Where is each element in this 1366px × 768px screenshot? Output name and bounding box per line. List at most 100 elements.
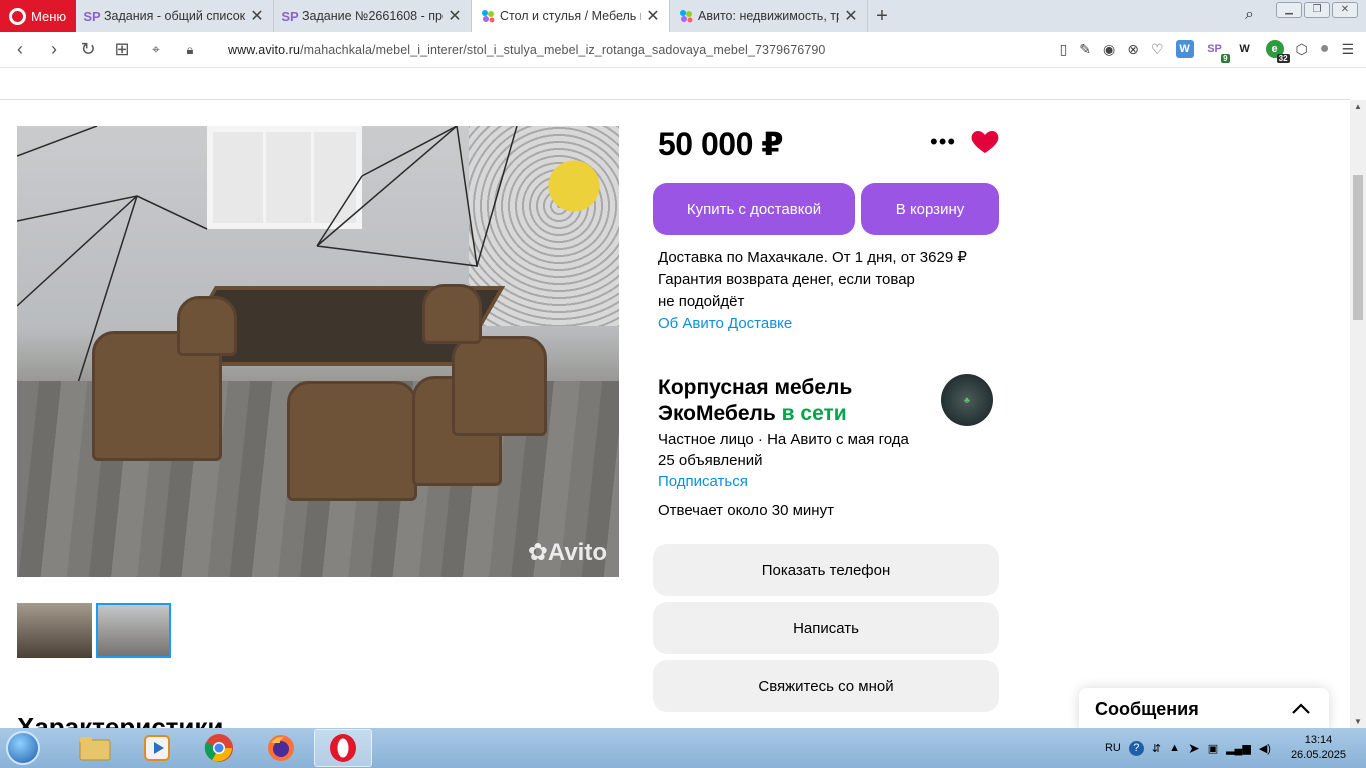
chevron-up-icon[interactable] (1291, 703, 1311, 715)
heart-bookmark-icon[interactable]: ♡ (1151, 41, 1164, 58)
subscribe-link[interactable]: Подписаться (658, 471, 909, 492)
guarantee-line-2: не подойдёт (658, 293, 745, 310)
response-time: Отвечает около 30 минут (658, 502, 834, 519)
taskbar-chrome[interactable] (190, 729, 248, 767)
cursor-tray-icon[interactable]: ➤ (1188, 740, 1200, 757)
signal-icon[interactable]: ▂▄▆ (1226, 742, 1251, 755)
minimize-button[interactable]: ▁ (1276, 2, 1302, 18)
more-options-icon[interactable]: ••• (930, 129, 956, 155)
tab-tasks-list[interactable]: SP Задания - общий список з ✕ (76, 0, 274, 32)
restore-button[interactable]: ❐ (1304, 2, 1330, 18)
write-message-button[interactable]: Написать (653, 602, 999, 654)
network-device-icon[interactable]: ▣ (1208, 742, 1218, 755)
sp-extension-icon[interactable]: SP 9 (1205, 40, 1230, 63)
delivery-info: Доставка по Махачкале. От 1 дня, от 3629… (658, 247, 988, 335)
tab-task-2661608[interactable]: SP Задание №2661608 - прос ✕ (274, 0, 472, 32)
seller-name[interactable]: Корпусная мебель ЭкоМебель в сети (658, 375, 938, 427)
menu-label: Меню (31, 8, 67, 24)
help-icon[interactable]: ? (1128, 740, 1144, 756)
reload-icon[interactable]: ↻ (78, 39, 98, 60)
forward-icon[interactable]: › (44, 39, 64, 60)
scroll-up-arrow-icon[interactable]: ▲ (1350, 102, 1366, 111)
back-icon[interactable]: ‹ (10, 39, 30, 60)
url-path: /mahachkala/mebel_i_interer/stol_i_stuly… (300, 42, 826, 57)
volume-icon[interactable]: ◀) (1259, 742, 1271, 755)
messages-title: Сообщения (1095, 698, 1199, 719)
start-button[interactable] (0, 728, 46, 768)
avito-favicon-icon (678, 8, 694, 24)
guarantee-line: Гарантия возврата денег, если товар (658, 271, 915, 288)
tabs-grid-icon[interactable]: ⊞ (112, 39, 132, 60)
adblock-icon[interactable]: ⊗ (1127, 41, 1139, 58)
lock-icon[interactable]: 🔒︎ (180, 42, 200, 58)
location-pin-icon: ⌖ (152, 41, 160, 57)
thumbnail-2-selected[interactable] (96, 603, 171, 658)
messages-panel[interactable]: Сообщения (1079, 688, 1329, 728)
cube-extension-icon[interactable]: ⬡ (1296, 41, 1308, 58)
opera-menu-button[interactable]: Меню (0, 0, 76, 32)
language-indicator[interactable]: RU (1105, 742, 1121, 754)
folder-icon (79, 737, 111, 761)
sp-badge: 9 (1221, 54, 1230, 63)
tray-option-icon[interactable]: ⇵ (1152, 742, 1161, 755)
page-content: ✿Avito Характеристики 50 000 ₽ ••• Купит… (0, 69, 1350, 728)
taskbar-firefox[interactable] (252, 729, 310, 767)
profile-icon[interactable]: ● (1320, 40, 1330, 58)
w-extension-icon[interactable]: W (1235, 40, 1254, 58)
close-window-button[interactable]: ✕ (1332, 2, 1358, 18)
windows-logo-icon (6, 731, 40, 765)
avito-favicon-icon (480, 8, 496, 24)
show-phone-button[interactable]: Показать телефон (653, 544, 999, 596)
avito-watermark: ✿Avito (527, 539, 607, 566)
url-field[interactable]: www.avito.ru/mahachkala/mebel_i_interer/… (228, 43, 825, 57)
snapshot-camera-icon[interactable]: ◉ (1103, 41, 1115, 58)
show-hidden-icons-icon[interactable]: ▲ (1169, 742, 1180, 754)
clock-date: 26.05.2025 (1290, 749, 1346, 761)
photo-chair (177, 296, 237, 356)
clock[interactable]: 13:14 26.05.2025 (1291, 733, 1346, 763)
opera-logo-icon (9, 7, 26, 25)
close-tab-icon[interactable]: ✕ (249, 6, 265, 26)
taskbar-explorer[interactable] (66, 729, 124, 767)
photo-chair (452, 336, 547, 436)
contact-me-button[interactable]: Свяжитесь со мной (653, 660, 999, 712)
close-tab-icon[interactable]: ✕ (447, 6, 463, 26)
share-icon[interactable]: ✎ (1079, 41, 1091, 58)
price: 50 000 ₽ (658, 126, 784, 162)
green-extension-icon[interactable]: e 32 (1265, 40, 1290, 63)
favorite-heart-icon[interactable] (969, 125, 1001, 157)
tab-avito-listing[interactable]: Стол и стулья / Мебель из ✕ (472, 0, 670, 32)
seller-name-line2: ЭкоМебель (658, 402, 776, 425)
buy-with-delivery-button[interactable]: Купить с доставкой (653, 183, 855, 235)
online-status: в сети (781, 402, 847, 425)
firefox-icon (268, 735, 294, 761)
thumbnail-1[interactable] (17, 603, 92, 658)
seller-listing-count[interactable]: 25 объявлений (658, 450, 909, 471)
main-product-photo[interactable]: ✿Avito (17, 126, 619, 577)
reader-mode-icon[interactable]: ▯ (1060, 41, 1068, 58)
scroll-thumb[interactable] (1353, 175, 1363, 320)
sp-favicon-icon: SP (83, 8, 101, 24)
scroll-down-arrow-icon[interactable]: ▼ (1350, 717, 1366, 726)
add-to-cart-button[interactable]: В корзину (861, 183, 999, 235)
close-tab-icon[interactable]: ✕ (645, 6, 661, 26)
seller-avatar[interactable]: ♣ (941, 374, 993, 426)
page-scrollbar[interactable]: ▲ ▼ (1350, 100, 1366, 728)
about-avito-delivery-link[interactable]: Об Авито Доставке (658, 313, 988, 335)
tab-title: Задания - общий список з (104, 9, 245, 23)
word-extension-icon[interactable]: W (1175, 40, 1194, 58)
taskbar-opera[interactable] (314, 729, 372, 767)
close-tab-icon[interactable]: ✕ (843, 6, 859, 26)
seller-info: Частное лицо · На Авито с мая года 25 об… (658, 429, 909, 492)
header-divider (0, 99, 1350, 100)
new-tab-button[interactable]: + (868, 0, 896, 32)
media-player-icon (144, 735, 170, 761)
taskbar-media-player[interactable] (128, 729, 186, 767)
windows-taskbar: RU ? ⇵ ▲ ➤ ▣ ▂▄▆ ◀) 13:14 26.05.2025 (0, 728, 1366, 768)
watermark-text: Avito (547, 539, 607, 566)
tab-avito-home[interactable]: Авито: недвижимость, тра ✕ (670, 0, 868, 32)
tab-search-icon[interactable]: ⌕ (1245, 6, 1254, 24)
system-tray: RU ? ⇵ ▲ ➤ ▣ ▂▄▆ ◀) 13:14 26.05.2025 (1105, 728, 1346, 768)
sp-favicon-icon: SP (281, 8, 299, 24)
easy-setup-icon[interactable]: ☰ (1341, 41, 1354, 58)
